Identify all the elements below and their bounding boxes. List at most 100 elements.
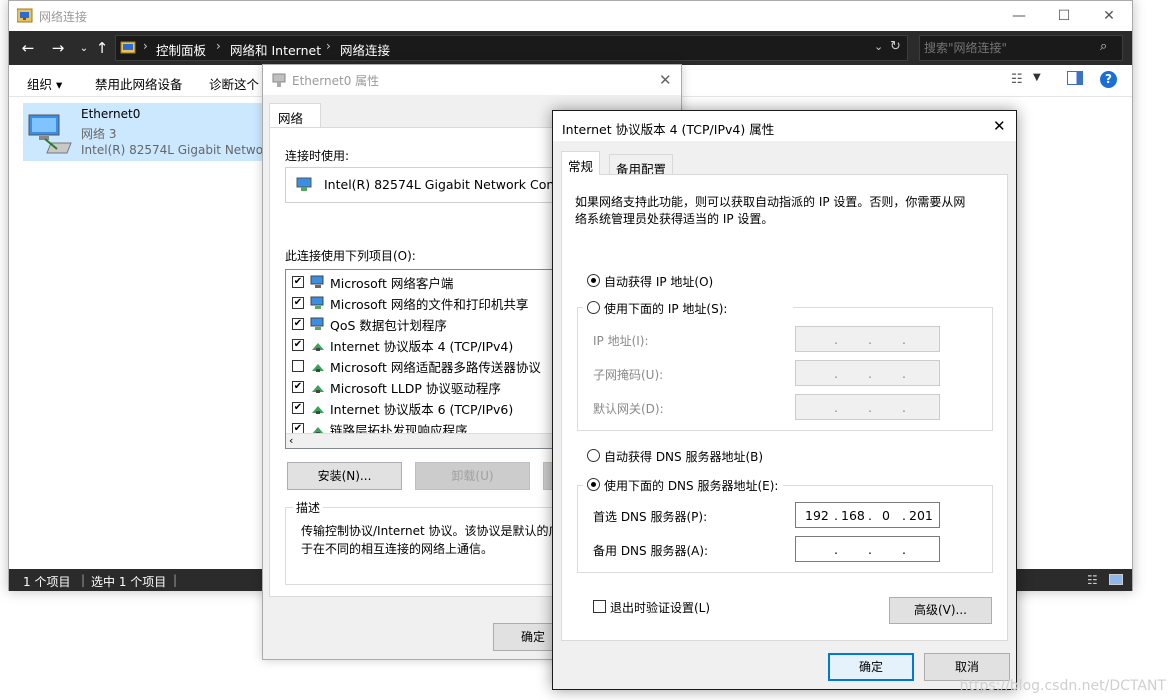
status-divider: |: [173, 573, 178, 587]
dialog-titlebar: Internet 协议版本 4 (TCP/IPv4) 属性 ✕: [553, 111, 1016, 141]
address-dropdown-icon[interactable]: ⌄: [874, 40, 883, 53]
breadcrumb-separator: ›: [326, 39, 331, 53]
disable-device-button[interactable]: 禁用此网络设备: [95, 74, 183, 93]
components-list[interactable]: ✔ Microsoft 网络客户端 ✔ Microsoft 网络的文件和打印机共…: [285, 269, 585, 449]
adapter-ethernet0[interactable]: Ethernet0 网络 3 Intel(R) 82574L Gigabit N…: [23, 103, 274, 161]
gateway-field[interactable]: ...: [795, 394, 940, 420]
ethernet-icon: [272, 73, 286, 87]
scroll-left-icon[interactable]: ‹: [289, 434, 293, 447]
refresh-icon[interactable]: ↻: [890, 39, 901, 54]
watermark: https://blog.csdn.net/DCTANT: [959, 678, 1166, 694]
close-icon[interactable]: ✕: [993, 117, 1006, 135]
validate-checkbox[interactable]: [593, 600, 606, 613]
view-options-icon[interactable]: ☷: [1011, 72, 1023, 87]
ip-address-field[interactable]: ...: [795, 326, 940, 352]
auto-dns-radio[interactable]: [587, 449, 600, 462]
item-count: 1 个项目: [23, 575, 71, 589]
alternate-dns-label: 备用 DNS 服务器(A):: [593, 544, 709, 558]
install-button[interactable]: 安装(N)...: [287, 462, 402, 490]
protocol-icon: [312, 406, 324, 414]
items-label: 此连接使用下列项目(O):: [285, 249, 416, 263]
view-dropdown-icon[interactable]: ▼: [1033, 72, 1041, 83]
address-box[interactable]: › 控制面板 › 网络和 Internet › 网络连接 ⌄ ↻: [115, 35, 908, 61]
organize-menu[interactable]: 组织 ▾: [27, 74, 62, 93]
manual-ip-radio[interactable]: [587, 301, 600, 314]
auto-ip-radio[interactable]: [587, 274, 600, 287]
close-button[interactable]: ✕: [1086, 1, 1132, 31]
network-adapter-icon: [28, 114, 72, 154]
diagnose-button[interactable]: 诊断这个: [209, 74, 259, 93]
horizontal-scrollbar[interactable]: ‹: [286, 433, 584, 448]
auto-dns-label[interactable]: 自动获得 DNS 服务器地址(B): [604, 448, 763, 465]
manual-dns-radio[interactable]: [587, 478, 600, 491]
manual-ip-label[interactable]: 使用下面的 IP 地址(S):: [604, 300, 727, 317]
adapter-name: Intel(R) 82574L Gigabit Network Conne: [324, 177, 570, 192]
explorer-titlebar: 网络连接 — ☐ ✕: [9, 1, 1132, 31]
adapter-network: 网络 3: [81, 127, 117, 141]
ip-address-label: IP 地址(I):: [593, 334, 649, 348]
protocol-icon: [312, 364, 324, 372]
dialog-title: Internet 协议版本 4 (TCP/IPv4) 属性: [562, 122, 775, 137]
description-title: 描述: [293, 499, 324, 516]
dialog-titlebar: Ethernet0 属性 ✕: [263, 65, 681, 95]
large-icons-view-icon[interactable]: [1109, 574, 1123, 585]
preview-pane-icon[interactable]: [1067, 71, 1083, 85]
breadcrumb-separator: ›: [216, 39, 221, 53]
description-line2: 于在不同的相互连接的网络上通信。: [301, 542, 494, 556]
search-input[interactable]: [924, 39, 1094, 57]
checkbox[interactable]: ✔: [292, 339, 304, 351]
subnet-label: 子网掩码(U):: [593, 368, 664, 382]
dialog-title: Ethernet0 属性: [292, 74, 380, 88]
checkbox[interactable]: ✔: [292, 276, 304, 288]
network-folder-icon: [17, 8, 33, 23]
help-icon[interactable]: ?: [1100, 71, 1117, 88]
cancel-button[interactable]: 取消: [924, 653, 1010, 681]
up-arrow-icon[interactable]: ↑: [91, 31, 113, 65]
gateway-label: 默认网关(D):: [593, 402, 664, 416]
network-service-icon: [310, 317, 324, 330]
preferred-dns-field[interactable]: 192 . 168 . 0 . 201: [795, 502, 940, 528]
checkbox[interactable]: ✔: [292, 297, 304, 309]
selected-count: 选中 1 个项目: [91, 575, 167, 589]
alternate-dns-field[interactable]: ...: [795, 536, 940, 562]
tab-network[interactable]: 网络: [269, 103, 321, 128]
checkbox[interactable]: ✔: [292, 381, 304, 393]
connect-using-label: 连接时使用:: [285, 149, 350, 163]
breadcrumb-network-internet[interactable]: 网络和 Internet: [230, 40, 321, 59]
validate-label[interactable]: 退出时验证设置(L): [610, 599, 710, 616]
ok-button[interactable]: 确定: [828, 653, 914, 681]
uninstall-button[interactable]: 卸载(U): [415, 462, 530, 490]
control-panel-icon: [120, 41, 136, 54]
close-icon[interactable]: ✕: [659, 71, 672, 89]
breadcrumb-control-panel[interactable]: 控制面板: [156, 40, 206, 59]
description-line1: 传输控制协议/Internet 协议。该协议是默认的广: [301, 524, 561, 538]
advanced-button[interactable]: 高级(V)...: [889, 597, 992, 624]
subnet-field[interactable]: ...: [795, 360, 940, 386]
address-bar-row: ← → ⌄ ↑ › 控制面板 › 网络和 Internet › 网络连接 ⌄ ↻…: [9, 31, 1132, 65]
minimize-button[interactable]: —: [996, 1, 1042, 31]
ipv4-properties-dialog: Internet 协议版本 4 (TCP/IPv4) 属性 ✕ 常规 备用配置 …: [552, 110, 1017, 690]
forward-arrow-icon[interactable]: →: [47, 31, 69, 65]
window-title: 网络连接: [39, 10, 88, 24]
maximize-button[interactable]: ☐: [1041, 1, 1087, 31]
intro-line1: 如果网络支持此功能，则可以获取自动指派的 IP 设置。否则，你需要从网: [575, 195, 966, 209]
network-client-icon: [310, 275, 324, 288]
search-icon[interactable]: ⌕: [1100, 39, 1107, 54]
adapter-box: Intel(R) 82574L Gigabit Network Conne: [285, 167, 585, 203]
checkbox[interactable]: ✔: [292, 318, 304, 330]
network-card-icon: [296, 177, 312, 191]
tab-alternate-config[interactable]: 备用配置: [609, 154, 674, 177]
back-arrow-icon[interactable]: ←: [17, 31, 39, 65]
protocol-icon: [312, 385, 324, 393]
search-box[interactable]: ⌕: [919, 35, 1123, 61]
breadcrumb-separator: ›: [143, 39, 148, 53]
checkbox[interactable]: ✔: [292, 402, 304, 414]
protocol-icon: [312, 343, 324, 351]
tab-general[interactable]: 常规: [561, 151, 601, 175]
checkbox[interactable]: [292, 360, 304, 372]
manual-dns-label[interactable]: 使用下面的 DNS 服务器地址(E):: [604, 477, 778, 494]
auto-ip-label[interactable]: 自动获得 IP 地址(O): [604, 273, 713, 290]
status-divider: |: [81, 573, 86, 587]
breadcrumb-network-connections[interactable]: 网络连接: [340, 40, 390, 59]
details-view-icon[interactable]: ☷: [1087, 573, 1098, 587]
